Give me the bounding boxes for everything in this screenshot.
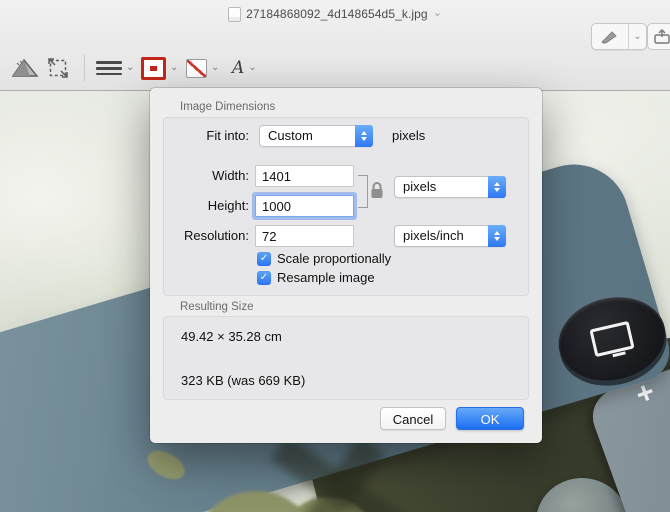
popup-stepper-icon: [488, 225, 506, 247]
border-color-icon: [141, 57, 166, 80]
ok-button[interactable]: OK: [456, 407, 524, 430]
width-input[interactable]: [255, 165, 354, 187]
fit-into-label: Fit into:: [164, 125, 249, 147]
resize-icon: [46, 56, 70, 80]
image-dimensions-dialog: Image Dimensions Fit into: Custom pixels…: [150, 88, 542, 443]
resulting-filesize-value: 323 KB (was 669 KB): [181, 370, 305, 392]
chevron-down-icon: ⌄: [126, 62, 134, 73]
border-color-button[interactable]: ⌄: [141, 54, 178, 82]
pen-chevron-button[interactable]: ⌄: [629, 24, 646, 49]
width-label: Width:: [164, 165, 249, 187]
resolution-input[interactable]: [255, 225, 354, 247]
fit-into-popup-value: Custom: [260, 126, 355, 146]
toolbox-icon: [653, 29, 670, 45]
text-style-button[interactable]: A ⌄: [232, 54, 257, 82]
window-chrome: 27184868092_4d148654d5_k.jpg ⌄ ⌄ ⌄: [0, 0, 670, 91]
lock-icon: [369, 181, 385, 200]
instant-alpha-icon: [10, 57, 40, 79]
size-unit-popup-value: pixels: [395, 177, 488, 197]
cancel-button[interactable]: Cancel: [380, 407, 446, 430]
chevron-down-icon: ⌄: [211, 62, 219, 73]
popup-stepper-icon: [488, 176, 506, 198]
scale-proportionally-checkbox[interactable]: ✓ Scale proportionally: [257, 251, 391, 266]
chevron-down-icon: ⌄: [170, 62, 178, 73]
dialog-section-title: Resulting Size: [180, 301, 254, 313]
resample-image-checkbox[interactable]: ✓ Resample image: [257, 270, 375, 285]
chevron-down-icon: ⌄: [633, 31, 641, 42]
window-title: 27184868092_4d148654d5_k.jpg: [246, 7, 428, 21]
toolbar-divider: [84, 55, 85, 81]
fit-into-popup[interactable]: Custom: [259, 125, 373, 147]
titlebar: 27184868092_4d148654d5_k.jpg ⌄: [0, 0, 670, 28]
popup-stepper-icon: [355, 125, 373, 147]
size-unit-popup[interactable]: pixels: [394, 176, 506, 198]
height-input[interactable]: [255, 195, 354, 217]
line-thickness-icon: [96, 61, 122, 75]
pen-icon: [601, 30, 619, 44]
resolution-label: Resolution:: [164, 225, 249, 247]
title-chevron-icon[interactable]: ⌄: [433, 6, 442, 19]
resize-selection-button[interactable]: [46, 54, 70, 82]
checkbox-check-icon: ✓: [257, 271, 271, 285]
markup-pen-button[interactable]: [592, 24, 629, 49]
markup-pen-button-group: ⌄: [591, 23, 647, 50]
resulting-size-group-box: 49.42 × 35.28 cm 323 KB (was 669 KB): [163, 316, 529, 400]
resample-image-label: Resample image: [277, 270, 375, 285]
dialog-section-title: Image Dimensions: [180, 101, 275, 113]
instant-alpha-button[interactable]: [10, 54, 40, 82]
checkbox-check-icon: ✓: [257, 252, 271, 266]
height-label: Height:: [164, 195, 249, 217]
resulting-dimensions-value: 49.42 × 35.28 cm: [181, 326, 282, 348]
partial-toolbar-button[interactable]: [647, 23, 670, 50]
resolution-unit-popup[interactable]: pixels/inch: [394, 225, 506, 247]
line-style-button[interactable]: ⌄: [96, 54, 134, 82]
tv-icon: [589, 321, 634, 357]
document-proxy-icon[interactable]: [228, 7, 241, 22]
aspect-link-bracket: [358, 175, 368, 208]
fill-color-button[interactable]: ⌄: [186, 54, 219, 82]
resolution-unit-popup-value: pixels/inch: [395, 226, 488, 246]
chevron-down-icon: ⌄: [248, 62, 256, 73]
preview-window: + 27184868092_4d148654d5_k.jpg ⌄: [0, 0, 670, 512]
text-style-icon: A: [232, 60, 244, 77]
fit-into-unit-label: pixels: [392, 125, 425, 147]
fill-color-icon: [186, 59, 207, 78]
scale-proportionally-label: Scale proportionally: [277, 251, 391, 266]
dimensions-group-box: Fit into: Custom pixels Width: Height: p…: [163, 117, 529, 296]
